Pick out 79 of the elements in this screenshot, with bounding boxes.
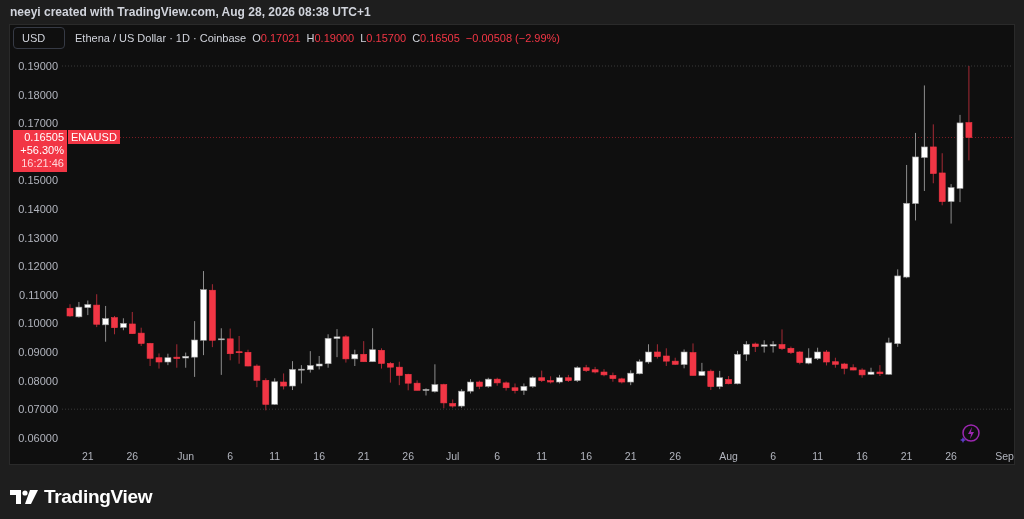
date-axis-label: 6 — [770, 450, 776, 462]
candlestick — [191, 320, 198, 378]
date-axis-label: 21 — [81, 450, 94, 462]
date-axis-label: 26 — [126, 450, 139, 462]
date-axis-label: 11 — [269, 450, 281, 462]
price-axis-label: 0.13000 — [18, 231, 58, 244]
attribution-text: neeyi created with TradingView.com, Aug 28, 2026 08:38 UTC+1 — [10, 4, 371, 21]
candlestick — [378, 347, 385, 370]
date-axis-label: 21 — [357, 450, 370, 462]
candlestick — [173, 343, 181, 369]
price-axis-label: 0.12000 — [18, 260, 58, 273]
candlestick — [360, 340, 367, 363]
date-axis-label: 21 — [900, 450, 913, 462]
symbol-title: Ethena / US Dollar · 1D · Coinbase — [75, 30, 247, 46]
candlestick — [307, 350, 314, 374]
candlestick — [921, 84, 928, 192]
candlestick — [129, 311, 136, 335]
date-axis-label: Jun — [177, 450, 195, 462]
lightning-icon[interactable] — [960, 423, 980, 443]
price-axis-label: 0.14000 — [18, 203, 58, 215]
price-axis-label: 0.11000 — [19, 288, 58, 301]
price-axis-label: 0.10000 — [18, 317, 58, 330]
candlestick — [164, 353, 172, 366]
price-axis-label: 0.17000 — [18, 117, 58, 130]
date-axis-label: 26 — [402, 450, 415, 462]
candlestick — [698, 362, 706, 377]
date-axis-label: 16 — [313, 450, 326, 462]
price-text: 0.16505 — [24, 131, 64, 144]
candlestick — [680, 348, 688, 369]
ohlc-value: H0.19000 — [306, 30, 355, 46]
candlestick — [396, 361, 403, 386]
price-axis-label: 0.18000 — [18, 88, 58, 101]
candlestick — [218, 327, 225, 376]
candlestick — [111, 315, 118, 335]
candlestick — [271, 377, 278, 406]
price-axis-label: 0.19000 — [18, 60, 58, 72]
candlestick — [707, 368, 715, 391]
candlestick — [289, 360, 296, 391]
candlestick — [689, 342, 697, 376]
candlestick — [93, 293, 100, 328]
date-axis-label: Jul — [446, 450, 460, 462]
candlestick — [369, 327, 376, 363]
date-axis-label: 6 — [494, 450, 501, 462]
ohlc-value: L0.15700 — [360, 30, 407, 46]
price-axis-label: 0.07000 — [18, 403, 58, 416]
ohlc-value: O0.17021 — [252, 30, 301, 46]
price-axis-label: 0.15000 — [18, 174, 58, 187]
date-axis-label: 6 — [227, 450, 234, 462]
date-axis-label: 11 — [536, 450, 548, 462]
candlestick — [440, 383, 448, 409]
date-axis-label: 16 — [856, 450, 868, 462]
date-axis-label: Aug — [719, 450, 738, 462]
candlestick — [645, 343, 652, 365]
candlestick — [458, 388, 465, 409]
candlestick — [102, 305, 109, 343]
date-axis-label: 26 — [669, 450, 682, 462]
candlestick — [387, 361, 394, 384]
candlestick — [965, 65, 973, 161]
date-axis-label: 16 — [580, 450, 593, 462]
price-axis-label: 0.09000 — [18, 346, 58, 358]
logo-icon — [10, 490, 38, 505]
brand-name: TradingView — [44, 485, 153, 509]
countdown-text: 16:21:46 — [21, 157, 64, 170]
date-axis-label: 26 — [945, 450, 957, 462]
candlestick — [716, 370, 723, 390]
candlestick — [342, 334, 350, 364]
symbol-tag: ENAUSD — [68, 129, 120, 144]
percent-change-text: +56.30% — [20, 144, 64, 157]
date-axis-label: 11 — [812, 450, 824, 462]
candlestick — [298, 364, 305, 384]
change-value: −0.00508 (−2.99%) — [465, 30, 561, 46]
price-axis-label: 0.06000 — [18, 431, 58, 444]
candlestick — [876, 364, 884, 377]
candlestick — [743, 340, 750, 362]
date-axis-label: 21 — [624, 450, 637, 462]
date-axis-label: Sep — [995, 450, 1014, 462]
price-axis-label: 0.08000 — [18, 374, 58, 387]
ohlc-value: C0.16505 — [412, 30, 460, 46]
currency-button[interactable]: USD — [13, 27, 65, 49]
